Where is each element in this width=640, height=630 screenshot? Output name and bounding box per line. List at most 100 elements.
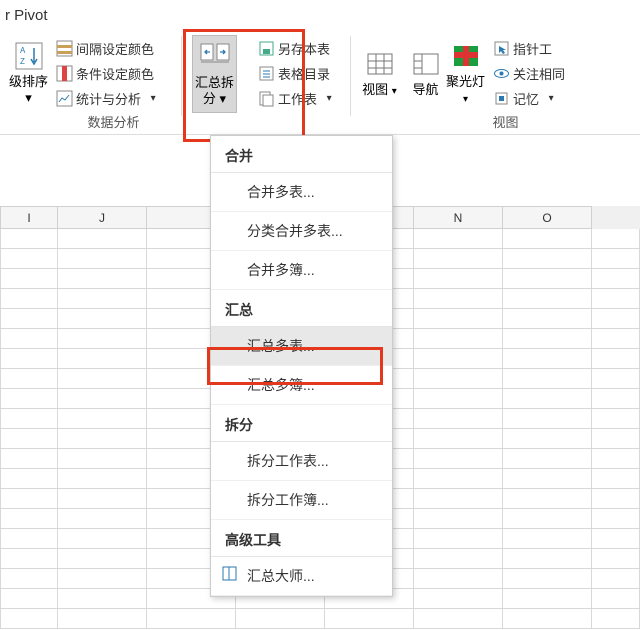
grid-cell[interactable] bbox=[503, 269, 592, 289]
grid-cell[interactable] bbox=[414, 569, 503, 589]
grid-cell[interactable] bbox=[0, 509, 58, 529]
grid-cell[interactable] bbox=[592, 529, 640, 549]
grid-cell[interactable] bbox=[503, 349, 592, 369]
grid-cell[interactable] bbox=[503, 409, 592, 429]
grid-cell[interactable] bbox=[503, 389, 592, 409]
summary-split-button[interactable]: 汇总拆分 ▾ bbox=[192, 35, 237, 113]
summary-tables-item[interactable]: 汇总多表... bbox=[211, 327, 392, 366]
save-table-button[interactable]: 另存本表 bbox=[254, 37, 344, 60]
grid-cell[interactable] bbox=[414, 449, 503, 469]
view-button[interactable]: 视图 ▾ bbox=[357, 34, 402, 112]
advanced-sort-button[interactable]: AZ 级排序 ▾ bbox=[6, 34, 51, 112]
grid-cell[interactable] bbox=[0, 449, 58, 469]
grid-cell[interactable] bbox=[414, 529, 503, 549]
grid-cell[interactable] bbox=[414, 609, 503, 629]
grid-cell[interactable] bbox=[58, 569, 147, 589]
grid-cell[interactable] bbox=[58, 269, 147, 289]
grid-cell[interactable] bbox=[58, 289, 147, 309]
condition-color-button[interactable]: 条件设定颜色 bbox=[52, 62, 175, 85]
category-merge-item[interactable]: 分类合并多表... bbox=[211, 212, 392, 251]
grid-cell[interactable] bbox=[0, 569, 58, 589]
grid-cell[interactable] bbox=[592, 369, 640, 389]
grid-cell[interactable] bbox=[0, 329, 58, 349]
grid-cell[interactable] bbox=[0, 229, 58, 249]
grid-cell[interactable] bbox=[0, 429, 58, 449]
grid-cell[interactable] bbox=[58, 369, 147, 389]
summary-workbooks-item[interactable]: 汇总多簿... bbox=[211, 366, 392, 405]
grid-cell[interactable] bbox=[592, 229, 640, 249]
grid-cell[interactable] bbox=[0, 549, 58, 569]
grid-cell[interactable] bbox=[503, 289, 592, 309]
grid-cell[interactable] bbox=[58, 449, 147, 469]
grid-cell[interactable] bbox=[503, 329, 592, 349]
grid-cell[interactable] bbox=[592, 449, 640, 469]
grid-cell[interactable] bbox=[503, 229, 592, 249]
stat-analysis-button[interactable]: 统计与分析 ▾ bbox=[52, 87, 175, 110]
grid-cell[interactable] bbox=[503, 369, 592, 389]
grid-cell[interactable] bbox=[58, 609, 147, 629]
grid-cell[interactable] bbox=[503, 509, 592, 529]
grid-cell[interactable] bbox=[414, 249, 503, 269]
grid-cell[interactable] bbox=[592, 489, 640, 509]
grid-cell[interactable] bbox=[58, 509, 147, 529]
split-workbook-item[interactable]: 拆分工作簿... bbox=[211, 481, 392, 520]
grid-cell[interactable] bbox=[592, 549, 640, 569]
spotlight-button[interactable]: 聚光灯 ▾ bbox=[443, 34, 488, 112]
col-header[interactable]: J bbox=[58, 206, 147, 229]
grid-cell[interactable] bbox=[414, 549, 503, 569]
grid-cell[interactable] bbox=[592, 389, 640, 409]
interval-color-button[interactable]: 间隔设定颜色 bbox=[52, 37, 175, 60]
merge-workbooks-item[interactable]: 合并多簿... bbox=[211, 251, 392, 290]
col-header[interactable]: N bbox=[414, 206, 503, 229]
grid-cell[interactable] bbox=[0, 409, 58, 429]
grid-cell[interactable] bbox=[414, 389, 503, 409]
grid-cell[interactable] bbox=[0, 589, 58, 609]
grid-cell[interactable] bbox=[503, 589, 592, 609]
grid-cell[interactable] bbox=[503, 449, 592, 469]
grid-cell[interactable] bbox=[503, 309, 592, 329]
grid-cell[interactable] bbox=[58, 469, 147, 489]
grid-cell[interactable] bbox=[147, 609, 236, 629]
col-header[interactable]: O bbox=[503, 206, 592, 229]
grid-cell[interactable] bbox=[58, 249, 147, 269]
grid-cell[interactable] bbox=[58, 489, 147, 509]
col-header[interactable]: I bbox=[0, 206, 58, 229]
grid-cell[interactable] bbox=[503, 249, 592, 269]
grid-cell[interactable] bbox=[503, 549, 592, 569]
grid-cell[interactable] bbox=[0, 389, 58, 409]
grid-cell[interactable] bbox=[0, 609, 58, 629]
grid-cell[interactable] bbox=[236, 609, 325, 629]
grid-cell[interactable] bbox=[592, 609, 640, 629]
grid-cell[interactable] bbox=[58, 329, 147, 349]
grid-cell[interactable] bbox=[58, 349, 147, 369]
summary-master-item[interactable]: 汇总大师... bbox=[211, 557, 392, 596]
grid-cell[interactable] bbox=[414, 469, 503, 489]
grid-cell[interactable] bbox=[592, 509, 640, 529]
grid-cell[interactable] bbox=[414, 329, 503, 349]
grid-cell[interactable] bbox=[58, 309, 147, 329]
grid-cell[interactable] bbox=[592, 249, 640, 269]
grid-cell[interactable] bbox=[58, 229, 147, 249]
grid-cell[interactable] bbox=[0, 269, 58, 289]
grid-cell[interactable] bbox=[0, 349, 58, 369]
table-toc-button[interactable]: 表格目录 bbox=[254, 62, 344, 85]
follow-same-button[interactable]: 关注相同 bbox=[489, 62, 582, 85]
grid-cell[interactable] bbox=[414, 409, 503, 429]
grid-cell[interactable] bbox=[592, 309, 640, 329]
grid-cell[interactable] bbox=[58, 589, 147, 609]
grid-cell[interactable] bbox=[503, 529, 592, 549]
grid-cell[interactable] bbox=[0, 369, 58, 389]
grid-cell[interactable] bbox=[0, 249, 58, 269]
grid-cell[interactable] bbox=[414, 429, 503, 449]
grid-cell[interactable] bbox=[414, 309, 503, 329]
grid-cell[interactable] bbox=[503, 609, 592, 629]
merge-tables-item[interactable]: 合并多表... bbox=[211, 173, 392, 212]
worksheet-button[interactable]: 工作表 ▾ bbox=[254, 87, 344, 110]
split-worksheet-item[interactable]: 拆分工作表... bbox=[211, 442, 392, 481]
grid-cell[interactable] bbox=[0, 489, 58, 509]
grid-cell[interactable] bbox=[503, 429, 592, 449]
grid-cell[interactable] bbox=[325, 609, 414, 629]
memory-button[interactable]: 记忆 ▾ bbox=[489, 87, 582, 110]
grid-cell[interactable] bbox=[592, 469, 640, 489]
grid-cell[interactable] bbox=[503, 489, 592, 509]
